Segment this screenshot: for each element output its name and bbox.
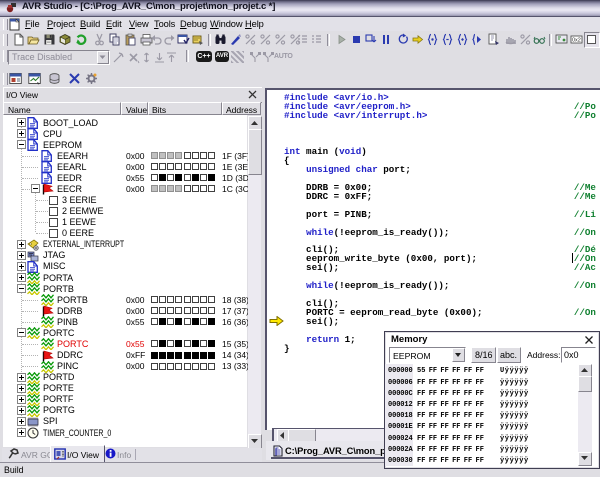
svg-text:0x2: 0x2 — [572, 38, 581, 44]
